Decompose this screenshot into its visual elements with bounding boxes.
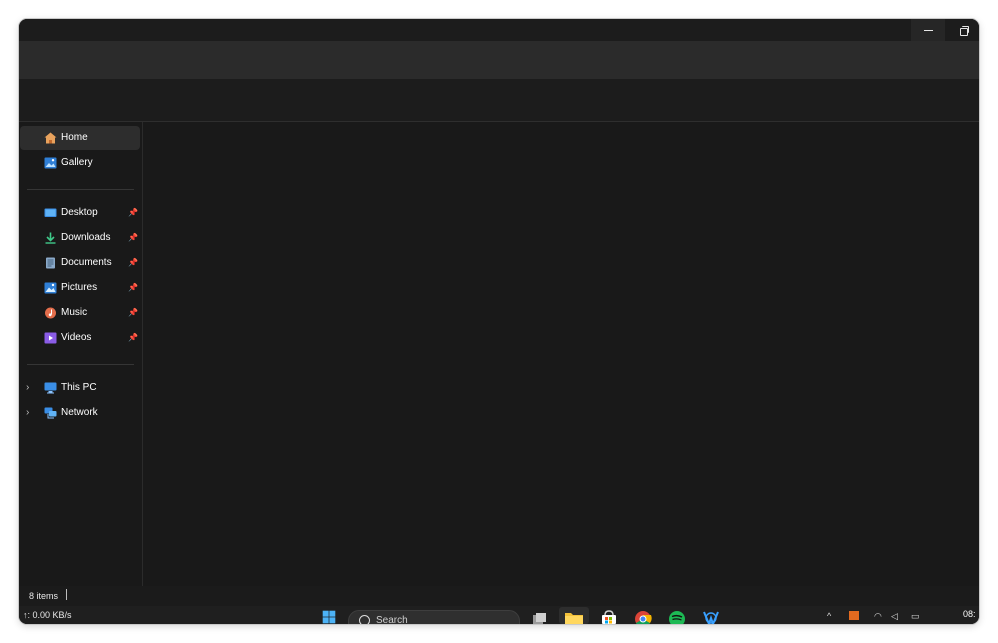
- sidebar-item-label: Network: [61, 407, 98, 418]
- minimize-button[interactable]: [911, 19, 945, 41]
- network-icon: [44, 407, 57, 419]
- restore-icon: [959, 25, 969, 36]
- command-bar: [19, 79, 979, 122]
- sidebar-item-label: Videos: [61, 332, 92, 343]
- taskbar: ↑: 0.00 KB/s Search ^ ◠ ◁ ▭ 08:: [19, 606, 979, 624]
- search-icon: [359, 615, 370, 624]
- sidebar-item-label: Documents: [61, 257, 112, 268]
- spotify-icon[interactable]: [667, 609, 687, 624]
- sidebar-item-desktop[interactable]: Desktop 📌: [20, 201, 140, 225]
- music-icon: [45, 307, 56, 319]
- videos-icon: [44, 332, 57, 344]
- sidebar-item-label: Music: [61, 307, 88, 318]
- item-count: 8 items: [29, 591, 59, 601]
- pictures-icon: [44, 282, 57, 294]
- pin-icon[interactable]: 📌: [128, 333, 138, 343]
- chrome-icon[interactable]: [633, 609, 653, 624]
- sidebar-item-label: Downloads: [61, 232, 111, 243]
- chevron-up-icon[interactable]: ^: [827, 611, 831, 621]
- gallery-icon: [44, 157, 57, 169]
- pin-icon[interactable]: 📌: [128, 258, 138, 268]
- sidebar-item-gallery[interactable]: Gallery: [20, 151, 140, 175]
- taskbar-search[interactable]: Search: [348, 610, 520, 624]
- sidebar-item-this-pc[interactable]: › This PC: [20, 376, 140, 400]
- home-icon: [44, 132, 57, 144]
- windows-start-icon[interactable]: [319, 610, 339, 624]
- clock[interactable]: 08:: [963, 609, 976, 619]
- sidebar-item-label: Pictures: [61, 282, 98, 293]
- sidebar-item-label: Desktop: [61, 207, 98, 218]
- title-bar[interactable]: [19, 19, 979, 41]
- sidebar-item-videos[interactable]: Videos 📌: [20, 326, 140, 350]
- sidebar-item-label: Home: [61, 132, 88, 143]
- task-view-icon[interactable]: [529, 609, 549, 624]
- minimize-icon: [923, 29, 933, 31]
- sidebar-item-network[interactable]: › Network: [20, 401, 140, 425]
- battery-icon[interactable]: ▭: [911, 611, 920, 622]
- sidebar-item-downloads[interactable]: Downloads 📌: [20, 226, 140, 250]
- tray-app-icon[interactable]: [849, 611, 859, 620]
- file-explorer-window: Home Gallery Desktop 📌 Downloads 📌 Docum…: [19, 19, 979, 624]
- sidebar-item-pictures[interactable]: Pictures 📌: [20, 276, 140, 300]
- this-pc-icon: [44, 382, 57, 394]
- pin-icon[interactable]: 📌: [128, 308, 138, 318]
- status-bar: 8 items: [19, 586, 979, 606]
- chevron-right-icon[interactable]: ›: [26, 382, 36, 394]
- downloads-icon: [45, 232, 56, 244]
- sidebar-item-home[interactable]: Home: [20, 126, 140, 150]
- search-label: Search: [376, 615, 408, 624]
- restore-button[interactable]: [947, 19, 979, 41]
- pin-icon[interactable]: 📌: [128, 283, 138, 293]
- chevron-right-icon[interactable]: ›: [26, 407, 36, 419]
- file-explorer-icon[interactable]: [564, 609, 584, 624]
- pin-icon[interactable]: 📌: [128, 233, 138, 243]
- sidebar-item-label: This PC: [61, 382, 97, 393]
- app-icon[interactable]: [701, 609, 721, 624]
- network-speed-widget: ↑: 0.00 KB/s: [23, 610, 72, 620]
- pin-icon[interactable]: 📌: [128, 208, 138, 218]
- file-list-pane[interactable]: [143, 122, 979, 586]
- sidebar-item-music[interactable]: Music 📌: [20, 301, 140, 325]
- desktop-icon: [44, 208, 57, 217]
- status-separator: [66, 589, 67, 600]
- microsoft-store-icon[interactable]: [599, 609, 619, 624]
- sidebar-item-documents[interactable]: Documents 📌: [20, 251, 140, 275]
- navigation-pane: Home Gallery Desktop 📌 Downloads 📌 Docum…: [19, 122, 143, 586]
- volume-icon[interactable]: ◁: [891, 611, 898, 622]
- wifi-icon[interactable]: ◠: [874, 611, 882, 622]
- sidebar-item-label: Gallery: [61, 157, 93, 168]
- documents-icon: [46, 257, 55, 269]
- sidebar-divider: [27, 364, 134, 365]
- address-toolbar: [19, 41, 979, 79]
- sidebar-divider: [27, 189, 134, 190]
